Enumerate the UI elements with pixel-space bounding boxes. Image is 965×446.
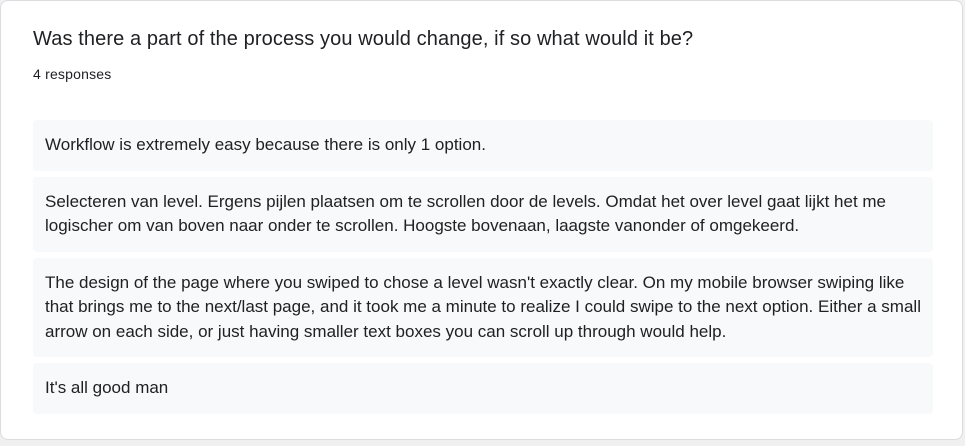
response-item: Workflow is extremely easy because there… xyxy=(33,120,933,171)
question-title: Was there a part of the process you woul… xyxy=(33,28,694,50)
response-count: 4 responses xyxy=(33,66,112,82)
response-item: The design of the page where you swiped … xyxy=(33,257,933,357)
response-item: Selecteren van level. Ergens pijlen plaa… xyxy=(33,176,933,252)
response-item: It's all good man xyxy=(33,363,933,414)
question-summary-card: Was there a part of the process you woul… xyxy=(0,0,963,440)
response-list: Workflow is extremely easy because there… xyxy=(33,120,933,420)
